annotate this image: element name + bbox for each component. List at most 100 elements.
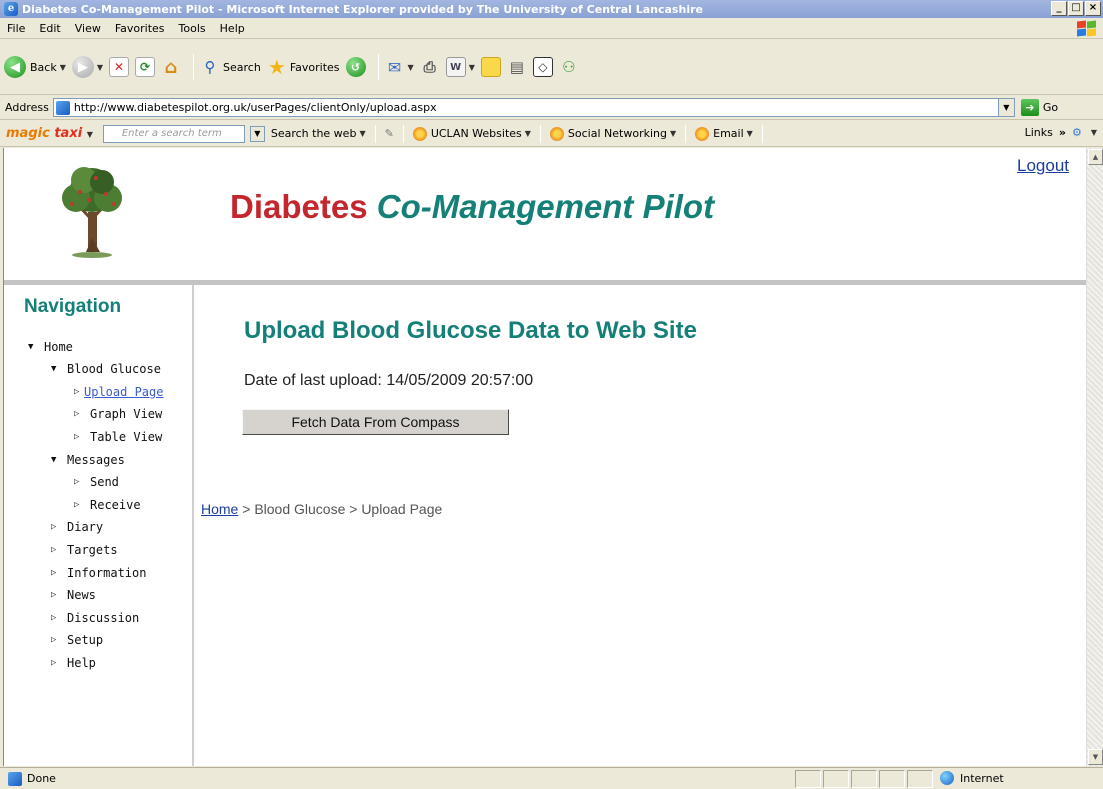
edit-dropdown-icon[interactable]: ▼ [469,63,475,72]
forward-button[interactable]: ▶ ▼ [71,56,103,78]
refresh-button[interactable]: ⟳ [135,57,156,77]
collapsed-triangle-icon: ▷ [51,522,57,532]
links-label[interactable]: Links [1025,126,1053,139]
favorites-button[interactable]: ★ Favorites [267,55,340,79]
nav-item-discussion[interactable]: ▷ Discussion [51,611,139,625]
nav-item-home[interactable]: ▼ Home [28,340,73,354]
links-toolbar: magic taxi ▼ Enter a search term ▼ Searc… [0,121,1103,147]
collapsed-triangle-icon: ▷ [74,387,80,397]
uclan-websites-button[interactable]: UCLAN Websites ▼ [407,126,537,141]
status-panel [907,770,933,788]
links-separator [374,124,376,143]
nav-item-receive[interactable]: ▷ Receive [74,498,141,512]
menu-favorites[interactable]: Favorites [108,22,172,35]
print-icon: ⎙ [423,58,436,76]
search-dropdown-icon[interactable]: ▼ [249,125,265,142]
mail-dropdown-icon[interactable]: ▼ [408,63,414,72]
extension-icon[interactable]: ⚙ [1072,126,1082,139]
research-button[interactable]: ▤ [507,57,527,77]
nav-item-blood-glucose[interactable]: ▼ Blood Glucose [51,362,161,376]
highlighter-button[interactable]: ✎ [379,127,400,140]
status-panel [795,770,821,788]
nav-item-targets[interactable]: ▷ Targets [51,543,118,557]
go-button[interactable]: ➔ Go [1020,99,1059,116]
address-bar: Address http://www.diabetespilot.org.uk/… [0,96,1103,120]
edit-button[interactable]: W ▼ [445,57,475,77]
history-button[interactable]: ↺ [345,57,366,77]
collapsed-triangle-icon: ▷ [74,500,80,510]
expanded-triangle-icon: ▼ [51,455,57,465]
breadcrumb-home-link[interactable]: Home [201,501,238,517]
collapsed-triangle-icon: ▷ [51,635,57,645]
nav-item-setup[interactable]: ▷ Setup [51,633,103,647]
menu-file[interactable]: File [0,22,32,35]
nav-item-messages[interactable]: ▼ Messages [51,453,125,467]
navigation-heading: Navigation [24,296,122,317]
flower-icon [549,126,564,141]
address-dropdown-icon[interactable]: ▼ [997,99,1014,116]
extension-dropdown-icon[interactable]: ▼ [1091,128,1097,137]
nav-item-information[interactable]: ▷ Information [51,566,146,580]
menu-view[interactable]: View [68,22,108,35]
collapsed-triangle-icon: ▷ [74,432,80,442]
word-edit-icon: W [445,57,466,77]
nav-item-graph-view[interactable]: ▷ Graph View [74,407,162,421]
notes-button[interactable] [480,57,501,77]
social-networking-button[interactable]: Social Networking ▼ [544,126,682,141]
search-web-button[interactable]: Search the web ▼ [265,127,372,140]
nav-item-help[interactable]: ▷ Help [51,656,96,670]
nav-item-upload-page[interactable]: ▷ Upload Page [74,385,163,399]
collapsed-triangle-icon: ▷ [74,409,80,419]
page-viewport: Logout Diabetes Co-Management Pilot Navi… [3,148,1086,766]
links-separator [539,124,541,143]
site-header: Logout Diabetes Co-Management Pilot [4,148,1086,280]
globe-icon [940,771,954,785]
favorites-star-icon: ★ [267,55,286,79]
back-button[interactable]: ◀ Back ▼ [4,56,66,78]
toolbar-separator [377,54,379,80]
nav-item-table-view[interactable]: ▷ Table View [74,430,162,444]
forward-dropdown-icon[interactable]: ▼ [97,63,103,72]
messenger-button[interactable]: ⚇ [559,57,579,77]
go-label: Go [1042,101,1059,114]
status-panel [851,770,877,788]
maximize-button[interactable]: □ [1068,1,1084,16]
menu-help[interactable]: Help [213,22,252,35]
address-input[interactable]: http://www.diabetespilot.org.uk/userPage… [52,98,1015,117]
scroll-up-arrow-icon[interactable]: ▲ [1088,149,1103,165]
nav-item-send[interactable]: ▷ Send [74,475,119,489]
status-text: Done [27,772,56,785]
mail-button[interactable]: ✉ ▼ [385,57,414,77]
home-button[interactable]: ⌂ [161,56,181,78]
vertical-scrollbar[interactable]: ▲ ▼ [1086,148,1103,766]
collapsed-triangle-icon: ▷ [51,545,57,555]
fetch-data-button[interactable]: Fetch Data From Compass [242,409,509,435]
logout-link[interactable]: Logout [1017,156,1069,176]
breadcrumb: Home > Blood Glucose > Upload Page [201,501,442,517]
standard-toolbar: ◀ Back ▼ ▶ ▼ ✕ ⟳ ⌂ ⚲ Search ★ Favorites … [0,40,1103,95]
security-zone: Internet [940,771,1004,785]
last-upload-text: Date of last upload: 14/05/2009 20:57:00 [244,372,534,389]
menu-edit[interactable]: Edit [32,22,67,35]
email-button[interactable]: Email ▼ [689,126,759,141]
messenger-icon: ⚇ [562,58,576,76]
nav-item-news[interactable]: ▷ News [51,588,96,602]
nav-item-diary[interactable]: ▷ Diary [51,520,103,534]
favorites-label: Favorites [289,60,340,74]
scroll-down-arrow-icon[interactable]: ▼ [1088,749,1103,765]
minimize-button[interactable]: _ [1051,1,1067,16]
ie-icon: e [4,2,18,16]
home-icon: ⌂ [164,56,178,78]
magic-taxi-logo[interactable]: magic taxi ▼ [0,126,93,141]
menu-tools[interactable]: Tools [172,22,213,35]
stop-button[interactable]: ✕ [109,57,130,77]
back-dropdown-icon[interactable]: ▼ [60,63,66,72]
go-arrow-icon: ➔ [1020,99,1039,116]
bluetooth-button[interactable]: ◇ [532,57,553,77]
address-url: http://www.diabetespilot.org.uk/userPage… [73,101,437,114]
toolbar-search-input[interactable]: Enter a search term [102,124,245,143]
chevron-right-icon[interactable]: » [1059,126,1066,139]
search-button[interactable]: ⚲ Search [200,57,261,77]
print-button[interactable]: ⎙ [420,57,440,77]
close-button[interactable]: × [1085,1,1101,16]
